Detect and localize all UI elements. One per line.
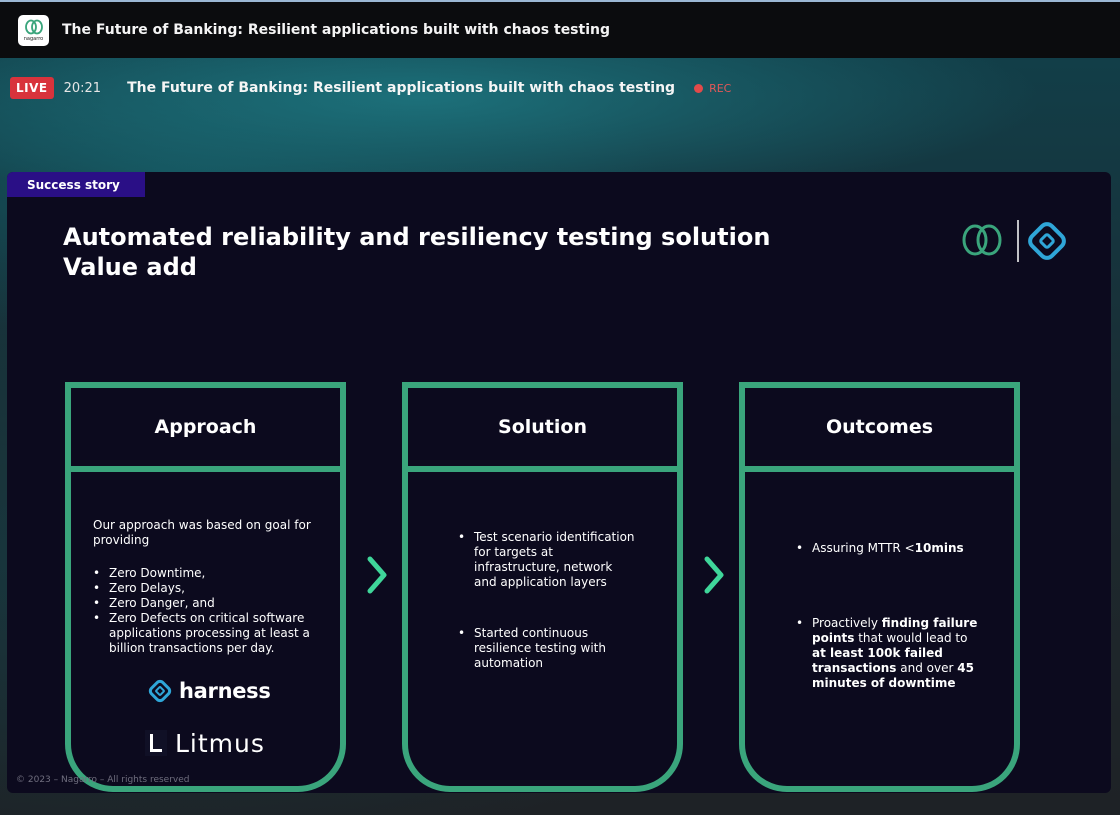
- list-item: Zero Delays,: [93, 581, 318, 596]
- approach-bullets: Zero Downtime, Zero Delays, Zero Danger,…: [93, 566, 318, 656]
- success-story-tag: Success story: [7, 172, 145, 197]
- presentation-slide: Success story Automated reliability and …: [7, 172, 1111, 793]
- nagarro-app-logo[interactable]: nagarro: [18, 14, 49, 46]
- chevron-right-icon: [367, 556, 387, 594]
- app-logo-text: nagarro: [23, 35, 44, 42]
- rec-label: REC: [709, 81, 732, 95]
- outcome-text: Proactively: [812, 616, 882, 630]
- headline-line-2: Value add: [63, 253, 197, 281]
- outcomes-card: Outcomes Assuring MTTR <10mins Proactive…: [739, 382, 1020, 792]
- list-item: Started continuous resilience testing wi…: [458, 626, 638, 671]
- solution-bullets: Test scenario identification for targets…: [458, 530, 638, 590]
- session-title: The Future of Banking: Resilient applica…: [127, 80, 676, 96]
- mttr-text: Assuring MTTR <: [812, 541, 915, 555]
- chevron-right-icon: [704, 556, 724, 594]
- solution-card-title: Solution: [408, 388, 677, 472]
- list-item: Proactively finding failure points that …: [796, 616, 981, 691]
- solution-bullets: Started continuous resilience testing wi…: [458, 626, 638, 671]
- list-item: Assuring MTTR <10mins: [796, 541, 981, 556]
- copyright-footer: © 2023 – Nagarro – All rights reserved: [16, 775, 190, 785]
- litmus-wordmark: Litmus: [175, 728, 265, 758]
- nagarro-logo-icon: [962, 224, 1002, 256]
- litmus-icon: [145, 730, 167, 756]
- outcomes-bullets: Proactively finding failure points that …: [796, 616, 981, 691]
- record-dot-icon: [694, 83, 704, 93]
- outcomes-card-title: Outcomes: [745, 388, 1014, 472]
- live-status-bar: LIVE 20:21 The Future of Banking: Resili…: [10, 77, 731, 99]
- litmus-logo: Litmus: [145, 730, 265, 756]
- harness-wordmark: harness: [179, 678, 271, 703]
- outcomes-card-body: Assuring MTTR <10mins Proactively findin…: [745, 478, 1014, 786]
- app-header: nagarro The Future of Banking: Resilient…: [0, 0, 1120, 58]
- outcome-text: that would lead to: [854, 631, 968, 645]
- slide-headline: Automated reliability and resiliency tes…: [63, 222, 770, 282]
- live-badge: LIVE: [10, 77, 54, 99]
- harness-logo: harness: [147, 678, 271, 704]
- harness-logo-icon: [1028, 222, 1066, 260]
- partner-logos: [962, 220, 1066, 262]
- approach-card-body: Our approach was based on goal for provi…: [71, 478, 340, 786]
- app-title: The Future of Banking: Resilient applica…: [62, 22, 610, 38]
- video-stage: LIVE 20:21 The Future of Banking: Resili…: [0, 58, 1120, 815]
- approach-intro: Our approach was based on goal for provi…: [93, 518, 311, 547]
- mttr-value: 10mins: [914, 541, 964, 555]
- outcomes-bullets: Assuring MTTR <10mins: [796, 541, 981, 556]
- approach-card-title: Approach: [71, 388, 340, 472]
- list-item: Zero Danger, and: [93, 596, 318, 611]
- session-timer: 20:21: [63, 80, 102, 96]
- list-item: Test scenario identification for targets…: [458, 530, 638, 590]
- nagarro-loop-icon: [24, 19, 43, 34]
- list-item: Zero Defects on critical software applic…: [93, 611, 318, 656]
- solution-card: Solution Test scenario identification fo…: [402, 382, 683, 792]
- list-item: Zero Downtime,: [93, 566, 318, 581]
- outcome-text: and over: [896, 661, 958, 675]
- solution-card-body: Test scenario identification for targets…: [408, 478, 677, 786]
- headline-line-1: Automated reliability and resiliency tes…: [63, 223, 771, 251]
- approach-card: Approach Our approach was based on goal …: [65, 382, 346, 792]
- harness-icon: [148, 679, 172, 703]
